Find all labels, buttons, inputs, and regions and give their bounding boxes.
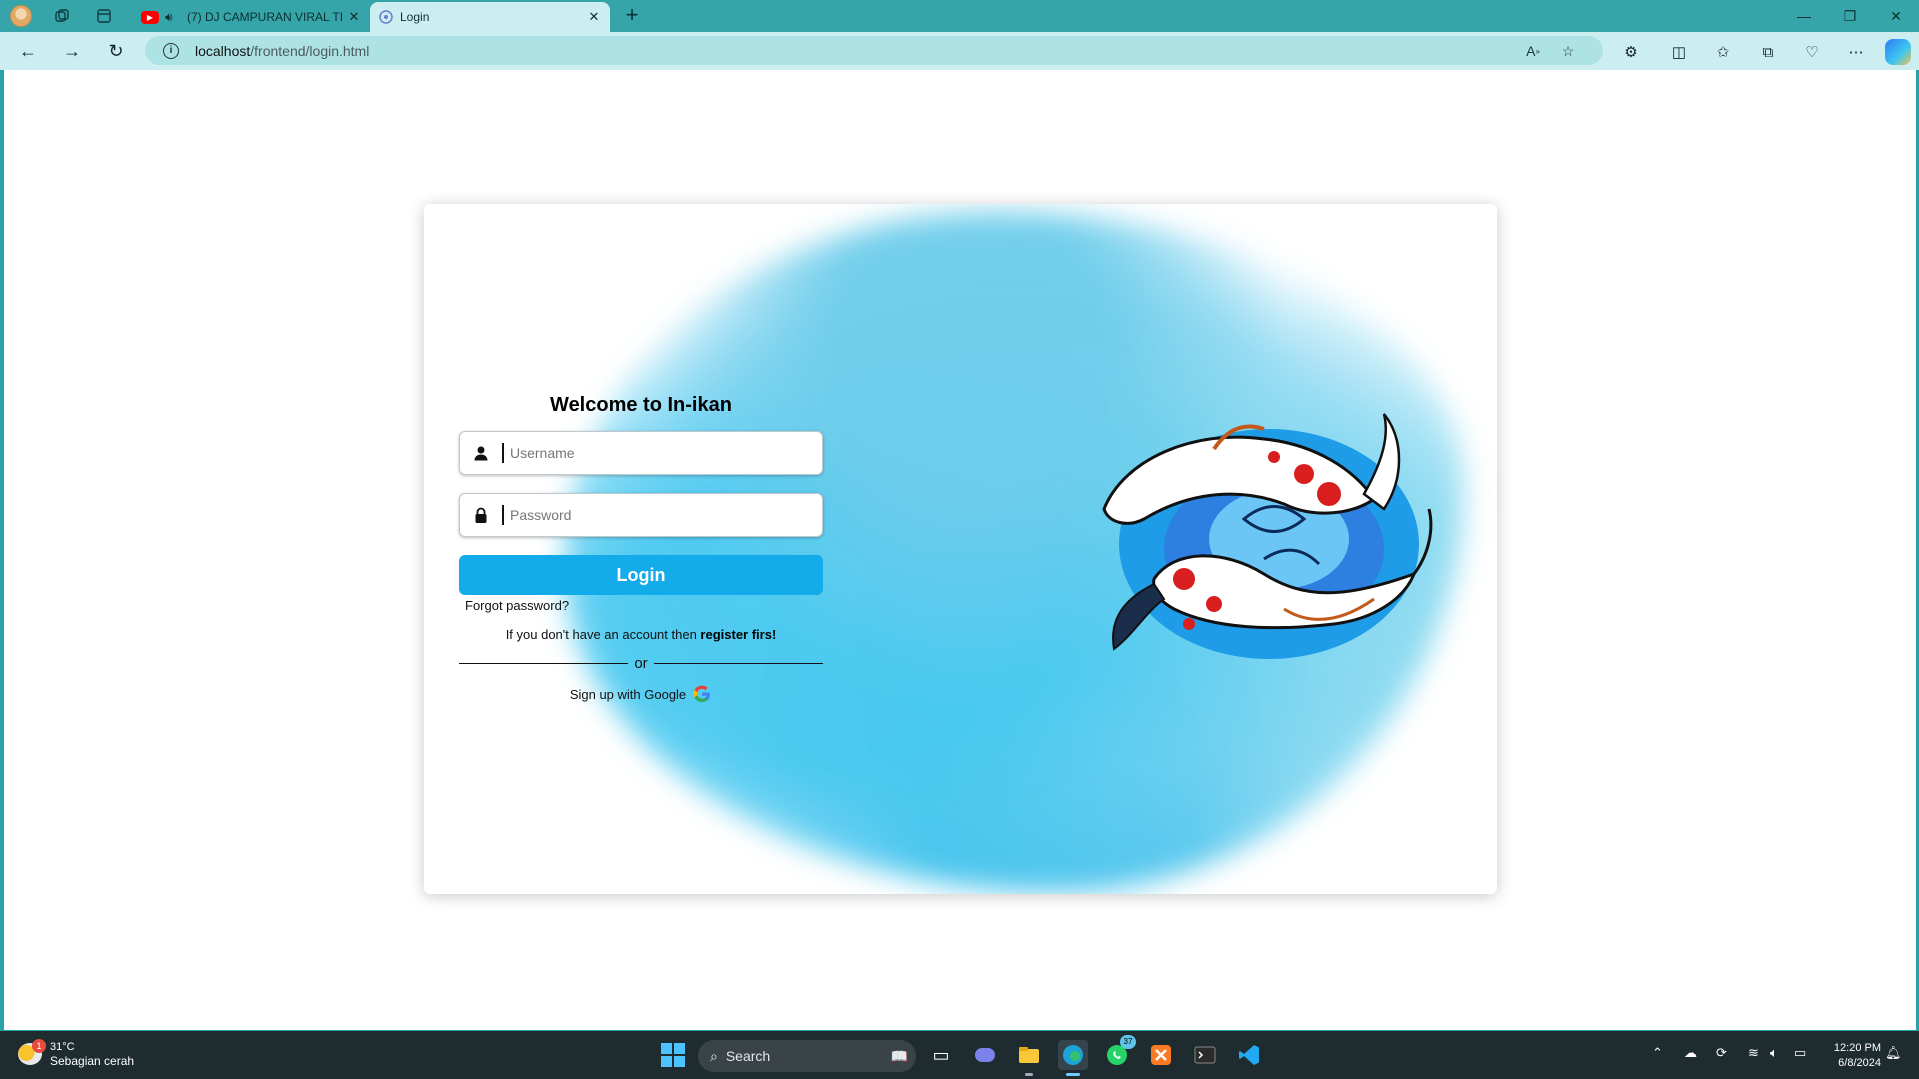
notification-bell-icon[interactable]: 🔔︎ bbox=[1885, 1045, 1902, 1061]
password-input[interactable] bbox=[510, 494, 822, 536]
weather-badge: 1 bbox=[32, 1039, 46, 1053]
show-hidden-icons[interactable]: ⌃ bbox=[1652, 1045, 1663, 1061]
field-separator bbox=[502, 505, 504, 525]
refresh-button[interactable]: ↻ bbox=[102, 39, 130, 63]
page-title: Welcome to In-ikan bbox=[550, 394, 732, 416]
google-signup[interactable]: Sign up with Google bbox=[459, 684, 823, 704]
search-label: Search bbox=[725, 1048, 771, 1064]
weather-temp: 31°C bbox=[50, 1041, 75, 1053]
taskbar-search[interactable]: ⌕ Search 📖 bbox=[698, 1040, 916, 1072]
tab-bar: ▶ 🔊︎ (7) DJ CAMPURAN VIRAL TI ✕ Login ✕ … bbox=[0, 0, 1919, 32]
search-highlight-icon: 📖 bbox=[890, 1047, 908, 1064]
favorites-icon[interactable]: ✩ bbox=[1712, 41, 1734, 63]
forgot-password-link[interactable]: Forgot password? bbox=[465, 598, 823, 613]
workspaces-icon[interactable] bbox=[50, 5, 74, 27]
login-button[interactable]: Login bbox=[459, 555, 823, 595]
lock-icon bbox=[460, 494, 502, 536]
more-menu-icon[interactable]: ⋯ bbox=[1845, 41, 1867, 63]
minimize-button[interactable]: — bbox=[1781, 0, 1827, 32]
favorite-star-icon[interactable]: ☆ bbox=[1558, 41, 1578, 61]
username-input[interactable] bbox=[510, 432, 822, 474]
url-text[interactable]: localhost/frontend/login.html bbox=[195, 43, 369, 59]
or-divider: or bbox=[459, 655, 823, 672]
collections-icon[interactable]: ⧉ bbox=[1757, 41, 1779, 63]
back-button[interactable]: ← bbox=[14, 39, 42, 63]
page-viewport: Welcome to In-ikan Login Forgot password… bbox=[4, 70, 1916, 1030]
file-explorer-icon[interactable] bbox=[1014, 1040, 1044, 1076]
user-icon bbox=[460, 432, 502, 474]
teams-chat-icon[interactable] bbox=[970, 1040, 1000, 1070]
windows-icon bbox=[661, 1043, 685, 1067]
clock[interactable]: 12:20 PM 6/8/2024 bbox=[1823, 1041, 1881, 1071]
start-button[interactable] bbox=[658, 1040, 688, 1070]
koi-fish-illustration bbox=[1102, 413, 1433, 659]
close-tab-icon[interactable]: ✕ bbox=[584, 9, 604, 25]
browser-toolbar: ← → ↻ i localhost/frontend/login.html A»… bbox=[0, 32, 1919, 70]
search-icon: ⌕ bbox=[710, 1047, 718, 1064]
terminal-icon[interactable] bbox=[1190, 1040, 1220, 1070]
register-prompt: If you don't have an account then regist… bbox=[459, 627, 823, 642]
or-label: or bbox=[634, 655, 648, 672]
whatsapp-icon[interactable]: 37 bbox=[1102, 1035, 1136, 1070]
sync-icon[interactable]: ⟳ bbox=[1716, 1045, 1727, 1061]
xampp-icon[interactable] bbox=[1146, 1040, 1176, 1070]
login-form: Welcome to In-ikan Login Forgot password… bbox=[459, 394, 823, 704]
weather-icon: 1 bbox=[18, 1039, 46, 1065]
split-screen-icon[interactable]: ◫ bbox=[1668, 41, 1690, 63]
onedrive-icon[interactable]: ☁ bbox=[1684, 1045, 1697, 1061]
browser-essentials-icon[interactable]: ♡ bbox=[1801, 41, 1823, 63]
page-icon bbox=[378, 9, 394, 25]
task-view-icon[interactable]: ▭ bbox=[926, 1040, 956, 1070]
speaker-icon[interactable]: 🔊︎ bbox=[165, 10, 181, 25]
battery-icon[interactable]: ▭ bbox=[1794, 1045, 1806, 1061]
taskbar: 1 31°C Sebagian cerah ⌕ Search 📖 ▭ 37 ⌃ … bbox=[0, 1031, 1919, 1079]
whatsapp-badge: 37 bbox=[1120, 1035, 1136, 1049]
address-bar[interactable]: i localhost/frontend/login.html A» ☆ bbox=[145, 36, 1603, 65]
google-signup-label[interactable]: Sign up with Google bbox=[570, 687, 686, 702]
restore-button[interactable]: ❐ bbox=[1827, 0, 1873, 32]
clock-date: 6/8/2024 bbox=[1838, 1057, 1881, 1069]
wifi-icon[interactable]: ≋ bbox=[1748, 1045, 1759, 1061]
close-window-button[interactable]: ✕ bbox=[1873, 0, 1919, 32]
extensions-icon[interactable]: ⚙ bbox=[1620, 41, 1642, 63]
close-tab-icon[interactable]: ✕ bbox=[344, 9, 364, 25]
clock-time: 12:20 PM bbox=[1833, 1042, 1881, 1054]
vscode-icon[interactable] bbox=[1234, 1040, 1264, 1070]
login-card: Welcome to In-ikan Login Forgot password… bbox=[424, 204, 1497, 894]
password-field[interactable] bbox=[459, 493, 823, 537]
username-field[interactable] bbox=[459, 431, 823, 475]
tab-title: (7) DJ CAMPURAN VIRAL TI bbox=[187, 10, 344, 24]
new-tab-button[interactable]: + bbox=[620, 4, 644, 28]
tab-title: Login bbox=[400, 10, 430, 24]
volume-icon[interactable]: 🔈︎ bbox=[1770, 1045, 1778, 1061]
tab-login[interactable]: Login ✕ bbox=[370, 2, 610, 32]
field-separator bbox=[502, 443, 504, 463]
register-link[interactable]: register firs! bbox=[700, 627, 776, 642]
forward-button[interactable]: → bbox=[58, 39, 86, 63]
tab-youtube[interactable]: ▶ 🔊︎ (7) DJ CAMPURAN VIRAL TI ✕ bbox=[133, 2, 370, 32]
weather-widget[interactable]: 1 31°C Sebagian cerah bbox=[18, 1039, 135, 1068]
google-icon[interactable] bbox=[692, 684, 712, 704]
tab-actions-icon[interactable] bbox=[92, 5, 116, 27]
read-aloud-icon[interactable]: A» bbox=[1523, 41, 1543, 61]
copilot-icon[interactable] bbox=[1885, 39, 1911, 65]
site-info-icon[interactable]: i bbox=[163, 42, 179, 59]
edge-icon[interactable] bbox=[1058, 1040, 1088, 1076]
youtube-icon: ▶ bbox=[141, 10, 159, 24]
profile-avatar[interactable] bbox=[10, 5, 32, 27]
weather-desc: Sebagian cerah bbox=[50, 1054, 135, 1068]
register-text: If you don't have an account then bbox=[505, 627, 701, 642]
